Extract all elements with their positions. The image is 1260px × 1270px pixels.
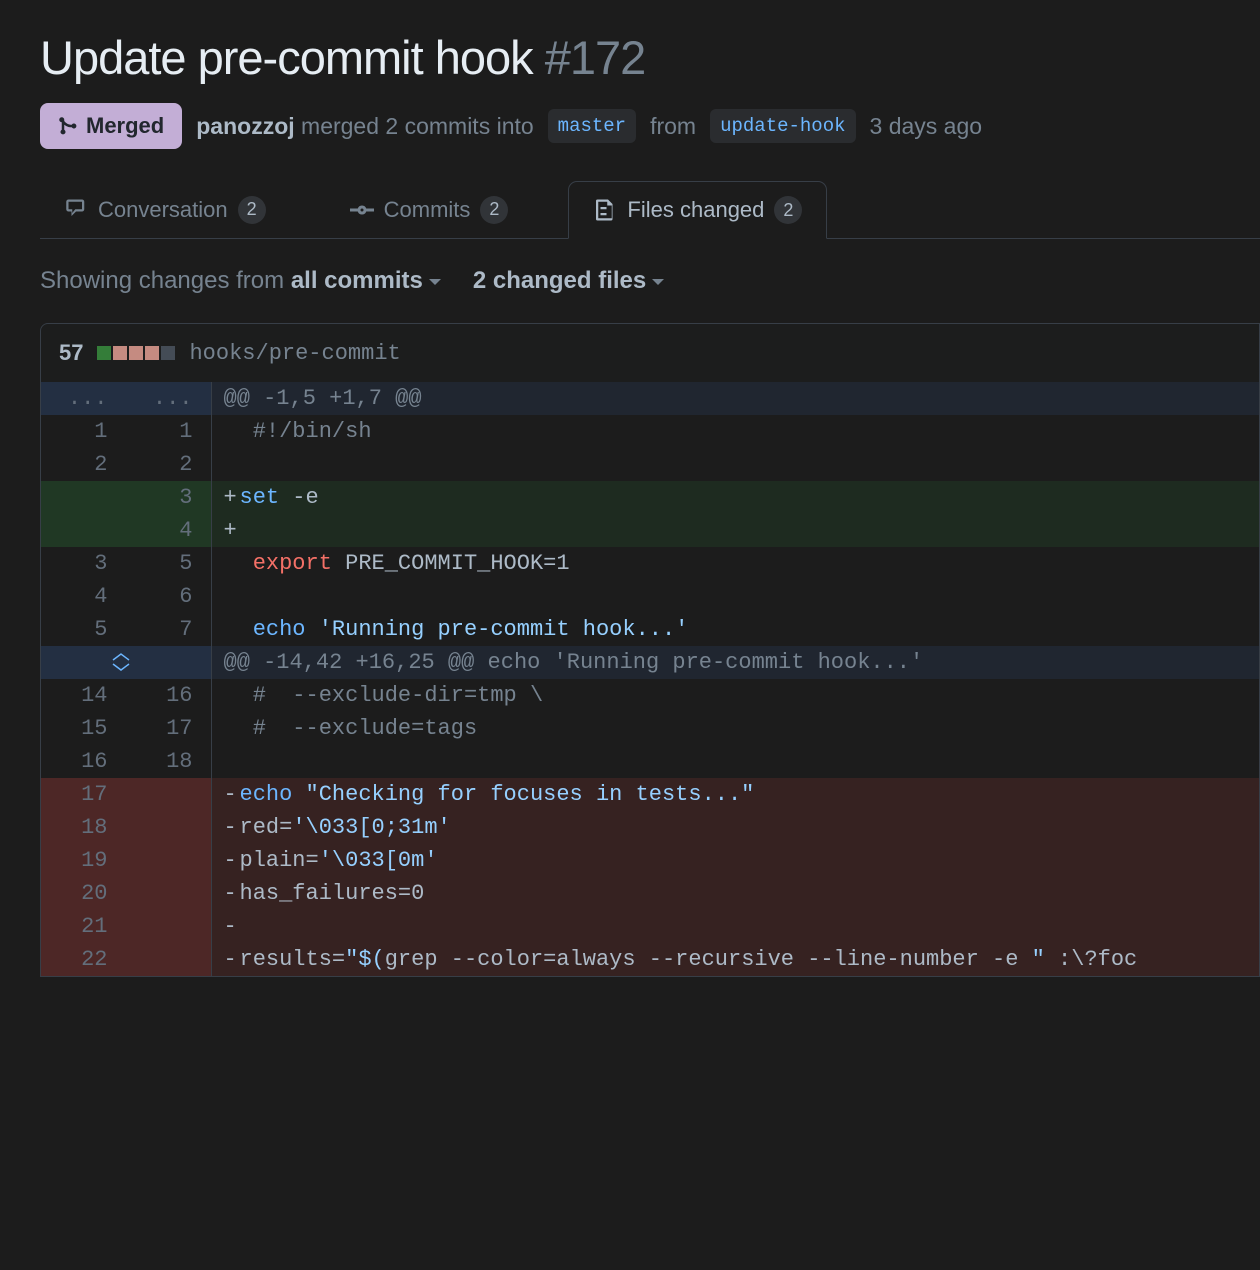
diff-line[interactable]: 4+ xyxy=(41,514,1259,547)
git-merge-icon xyxy=(58,116,78,136)
pr-meta: Merged panozzoj merged 2 commits into ma… xyxy=(40,103,1260,149)
tab-conversation[interactable]: Conversation 2 xyxy=(40,181,290,238)
comment-discussion-icon xyxy=(64,198,88,222)
tab-files-changed[interactable]: Files changed 2 xyxy=(568,181,827,239)
diff-line[interactable]: 57 echo 'Running pre-commit hook...' xyxy=(41,613,1259,646)
changed-files-filter[interactable]: 2 changed files xyxy=(473,267,664,295)
diffstat-blocks xyxy=(97,346,175,360)
counter: 2 xyxy=(238,196,266,224)
hunk-header: @@ -1,5 +1,7 @@ xyxy=(211,382,1259,415)
diff-line[interactable]: 1416 # --exclude-dir=tmp \ xyxy=(41,679,1259,712)
file-diff: 57 hooks/pre-commit ......@@ -1,5 +1,7 @… xyxy=(40,323,1260,977)
pr-time: 3 days ago xyxy=(870,113,983,140)
branch-head[interactable]: update-hook xyxy=(710,109,855,143)
counter: 2 xyxy=(480,196,508,224)
counter: 2 xyxy=(774,196,802,224)
branch-base[interactable]: master xyxy=(548,109,636,143)
pr-number: #172 xyxy=(545,31,646,84)
diff-line[interactable]: 20-has_failures=0 xyxy=(41,877,1259,910)
diff-line[interactable]: 21- xyxy=(41,910,1259,943)
diff-line[interactable]: 19-plain='\033[0m' xyxy=(41,844,1259,877)
diff-line[interactable]: 11 #!/bin/sh xyxy=(41,415,1259,448)
diff-line[interactable]: 17-echo "Checking for focuses in tests..… xyxy=(41,778,1259,811)
diff-line[interactable]: 3+set -e xyxy=(41,481,1259,514)
diff-line[interactable]: 1618 xyxy=(41,745,1259,778)
diff-line[interactable]: 35 export PRE_COMMIT_HOOK=1 xyxy=(41,547,1259,580)
diff-line[interactable]: 22 xyxy=(41,448,1259,481)
state-badge-merged: Merged xyxy=(40,103,182,149)
file-path[interactable]: hooks/pre-commit xyxy=(189,341,400,366)
file-diff-icon xyxy=(593,198,617,222)
commits-filter[interactable]: Showing changes from all commits xyxy=(40,267,441,295)
git-commit-icon xyxy=(350,198,374,222)
diff-line[interactable]: 22-results="$(grep --color=always --recu… xyxy=(41,943,1259,976)
hunk-header: @@ -14,42 +16,25 @@ echo 'Running pre-co… xyxy=(211,646,1259,679)
diff-line[interactable]: 18-red='\033[0;31m' xyxy=(41,811,1259,844)
diff-stat-number: 57 xyxy=(59,340,83,366)
expand-hunk-button[interactable] xyxy=(41,646,211,679)
diff-line[interactable]: 1517 # --exclude=tags xyxy=(41,712,1259,745)
tabnav: Conversation 2 Commits 2 Files changed 2 xyxy=(40,181,1260,239)
tab-commits[interactable]: Commits 2 xyxy=(326,181,533,238)
pr-author[interactable]: panozzoj xyxy=(196,113,294,139)
pr-title: Update pre-commit hook #172 xyxy=(40,30,1260,85)
diff-table: ......@@ -1,5 +1,7 @@11 #!/bin/sh22 3+se… xyxy=(41,382,1259,976)
diff-line[interactable]: 46 xyxy=(41,580,1259,613)
